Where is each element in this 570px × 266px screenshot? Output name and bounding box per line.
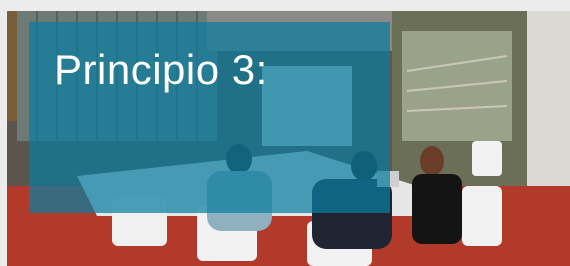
slide-frame: Principio 3: <box>0 0 570 266</box>
slide-title: Principio 3: <box>54 46 268 93</box>
